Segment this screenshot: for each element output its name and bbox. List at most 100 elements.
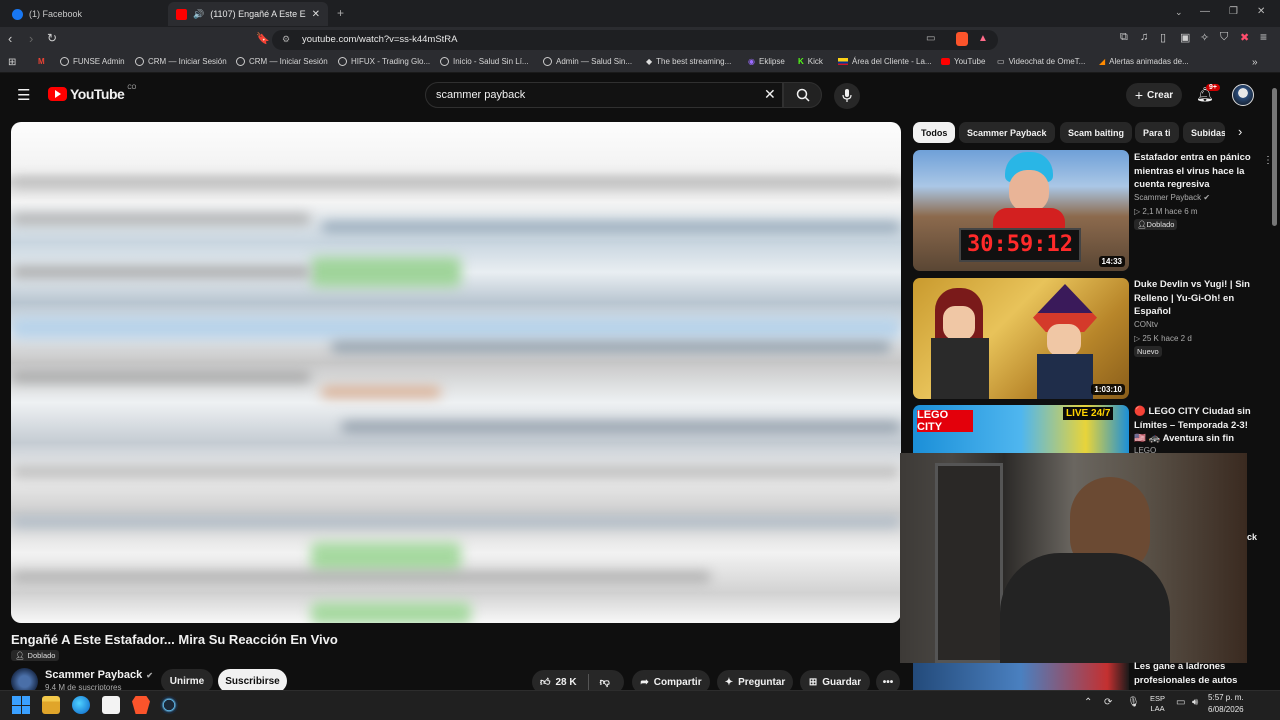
chip-scam-baiting[interactable]: Scam baiting — [1060, 122, 1133, 143]
tab-search-icon[interactable]: ⌄ — [1175, 7, 1183, 18]
chip-para-ti[interactable]: Para ti — [1135, 122, 1179, 143]
reload-icon[interactable]: ↻ — [47, 31, 57, 45]
bookmark-item[interactable]: ◢ Alertas animadas de... — [1099, 57, 1189, 66]
profile-ext-icon[interactable]: ✖ — [1240, 31, 1249, 44]
bookmark-label: CRM — Iniciar Sesión — [148, 57, 227, 66]
volume-icon[interactable]: 🔊︎ — [1192, 697, 1198, 708]
duration-badge: 1:03:10 — [1091, 384, 1125, 395]
language-indicator[interactable]: ESP LAA — [1150, 694, 1165, 714]
recommendation-meta: ▷ 2,1 M hace 6 m — [1134, 207, 1198, 216]
dislike-button[interactable]: 👎︎ — [600, 676, 610, 688]
bookmark-item[interactable]: HIFUX - Trading Glo... — [338, 57, 430, 66]
brave-shields-icon[interactable] — [956, 32, 968, 46]
sidebar-icon[interactable]: ▯ — [1160, 31, 1166, 44]
recommendation-title[interactable]: Les gane a ladrones profesionales de aut… — [1134, 660, 1260, 687]
bookmark-item[interactable]: FUNSE Admin — [60, 57, 125, 66]
recommendation-channel[interactable]: Scammer Payback ✔ — [1134, 193, 1210, 202]
leo-icon[interactable]: ✧ — [1200, 31, 1209, 44]
vpn-icon[interactable]: ⛉ — [1220, 31, 1228, 44]
recommendation-meta: ▷ 25 K hace 2 d — [1134, 334, 1192, 343]
bookmark-gmail[interactable]: M — [38, 57, 45, 66]
tab-facebook[interactable]: (1) Facebook — [4, 2, 166, 26]
bookmark-item[interactable]: CRM — Iniciar Sesión — [236, 57, 328, 66]
recommendation-title[interactable]: Duke Devlin vs Yugi! | Sin Relleno | Yu-… — [1134, 278, 1260, 319]
bookmark-icon[interactable]: 🔖 — [256, 32, 270, 45]
windows-start-icon[interactable] — [12, 696, 30, 714]
microphone-tray-icon[interactable]: 🎙︎ — [1127, 697, 1140, 708]
colombia-flag-icon — [838, 58, 848, 65]
badge-label: Doblado — [1146, 220, 1175, 229]
channel-name[interactable]: Scammer Payback ✔ — [45, 669, 153, 681]
notifications-button[interactable]: 🔔︎ 9+ — [1196, 84, 1220, 104]
bookmark-item[interactable]: YouTube — [941, 57, 985, 66]
more-bookmarks-icon[interactable]: » — [1252, 57, 1258, 68]
wallet-icon[interactable]: ▣ — [1180, 31, 1190, 44]
bookmark-item[interactable]: Área del Cliente - La... — [838, 57, 932, 66]
bookmark-item[interactable]: Admin — Salud Sin... — [543, 57, 632, 66]
play-count-icon: ▷ — [1134, 334, 1141, 343]
gmail-icon: M — [38, 57, 45, 66]
close-tab-icon[interactable]: ✕ — [312, 9, 320, 20]
file-explorer-icon[interactable] — [42, 696, 60, 714]
alerts-icon: ◢ — [1099, 57, 1106, 66]
chip-subidas[interactable]: Subidas — [1183, 122, 1225, 143]
bookmark-item[interactable]: ◆ The best streaming... — [646, 57, 731, 66]
voice-search-button[interactable] — [834, 83, 860, 109]
site-info-icon[interactable]: ⚙ — [282, 34, 290, 45]
bookmark-item[interactable]: ▭ Videochat de OmeT... — [997, 57, 1085, 66]
back-icon[interactable]: ‹ — [8, 31, 12, 46]
bookmark-label: Inicio - Salud Sin Lí... — [453, 57, 529, 66]
store-icon[interactable] — [102, 696, 120, 714]
recommendation-thumbnail[interactable]: LEGO CITY LIVE 24/7 — [913, 405, 1129, 455]
recommendation-thumbnail[interactable]: 1:03:10 — [913, 278, 1129, 399]
maximize-icon[interactable]: ❐ — [1229, 6, 1238, 17]
dubbed-badge: 👤︎Doblado — [11, 650, 60, 661]
recommendation-title[interactable]: 🔴 LEGO CITY Ciudad sin Límites – Tempora… — [1134, 405, 1260, 446]
bookmark-item[interactable]: K Kick — [798, 57, 823, 66]
address-bar[interactable]: ⚙ youtube.com/watch?v=ss-k44mStRA ▭ ▲ — [272, 30, 998, 50]
steam-icon[interactable] — [160, 696, 178, 714]
bookmark-item[interactable]: Inicio - Salud Sin Lí... — [440, 57, 529, 66]
recommendation-thumbnail[interactable] — [913, 663, 1129, 690]
bookmark-item[interactable]: ◉ Eklipse — [748, 57, 785, 66]
forward-icon[interactable]: › — [29, 31, 33, 46]
search-button[interactable] — [783, 82, 822, 108]
recommendation-thumbnail[interactable]: 30:59:12 14:33 — [913, 150, 1129, 271]
video-player[interactable] — [11, 122, 901, 623]
brave-rewards-icon[interactable]: ▲ — [978, 33, 988, 44]
url-text[interactable]: youtube.com/watch?v=ss-k44mStRA — [302, 34, 458, 45]
page-scrollbar-thumb[interactable] — [1272, 88, 1277, 226]
recommendation-channel[interactable]: CONtv — [1134, 320, 1158, 329]
new-tab-button[interactable]: + — [337, 6, 344, 20]
cast-icon[interactable]: ▭ — [926, 33, 935, 44]
search-input[interactable]: scammer payback ✕ — [425, 82, 783, 108]
network-icon[interactable]: ▭ — [1176, 697, 1185, 708]
close-window-icon[interactable]: ✕ — [1257, 6, 1265, 17]
play-count-icon: ▷ — [1134, 207, 1141, 216]
tab-youtube[interactable]: 🔊 (1107) Engañé A Este Estafad ✕ — [168, 2, 328, 26]
bookmark-label: Kick — [807, 57, 823, 66]
menu-icon[interactable]: ≡ — [1260, 30, 1267, 44]
system-clock[interactable]: 5:57 p. m. 6/08/2026 — [1208, 692, 1244, 716]
music-icon[interactable]: ♫ — [1140, 31, 1148, 43]
chips-next-icon[interactable]: › — [1238, 124, 1242, 139]
avatar[interactable] — [1232, 84, 1254, 106]
thumbnail-figure-duke-face — [943, 306, 975, 340]
sync-icon[interactable]: ⟳ — [1104, 697, 1112, 708]
edge-icon[interactable] — [72, 696, 90, 714]
apps-icon[interactable]: ⊞ — [8, 57, 16, 68]
show-hidden-icons[interactable]: ⌃ — [1084, 697, 1092, 708]
chip-todos[interactable]: Todos — [913, 122, 956, 143]
extensions-icon[interactable]: ⧉ — [1120, 31, 1128, 44]
dubbed-badge: 👤︎Doblado — [1134, 219, 1178, 230]
live-label: LIVE 24/7 — [1063, 407, 1114, 420]
recommendation-title[interactable]: Estafador entra en pánico mientras el vi… — [1134, 151, 1260, 192]
create-button[interactable]: + Crear — [1126, 83, 1182, 107]
youtube-logo[interactable]: YouTube CO — [48, 85, 136, 102]
hamburger-menu-icon[interactable]: ☰ — [17, 86, 30, 104]
bookmark-item[interactable]: CRM — Iniciar Sesión — [135, 57, 227, 66]
chip-scammer-payback[interactable]: Scammer Payback — [959, 122, 1055, 143]
minimize-icon[interactable]: — — [1200, 6, 1210, 17]
like-button[interactable]: 👍︎ 28 K — [540, 676, 577, 689]
clear-search-icon[interactable]: ✕ — [764, 86, 776, 103]
